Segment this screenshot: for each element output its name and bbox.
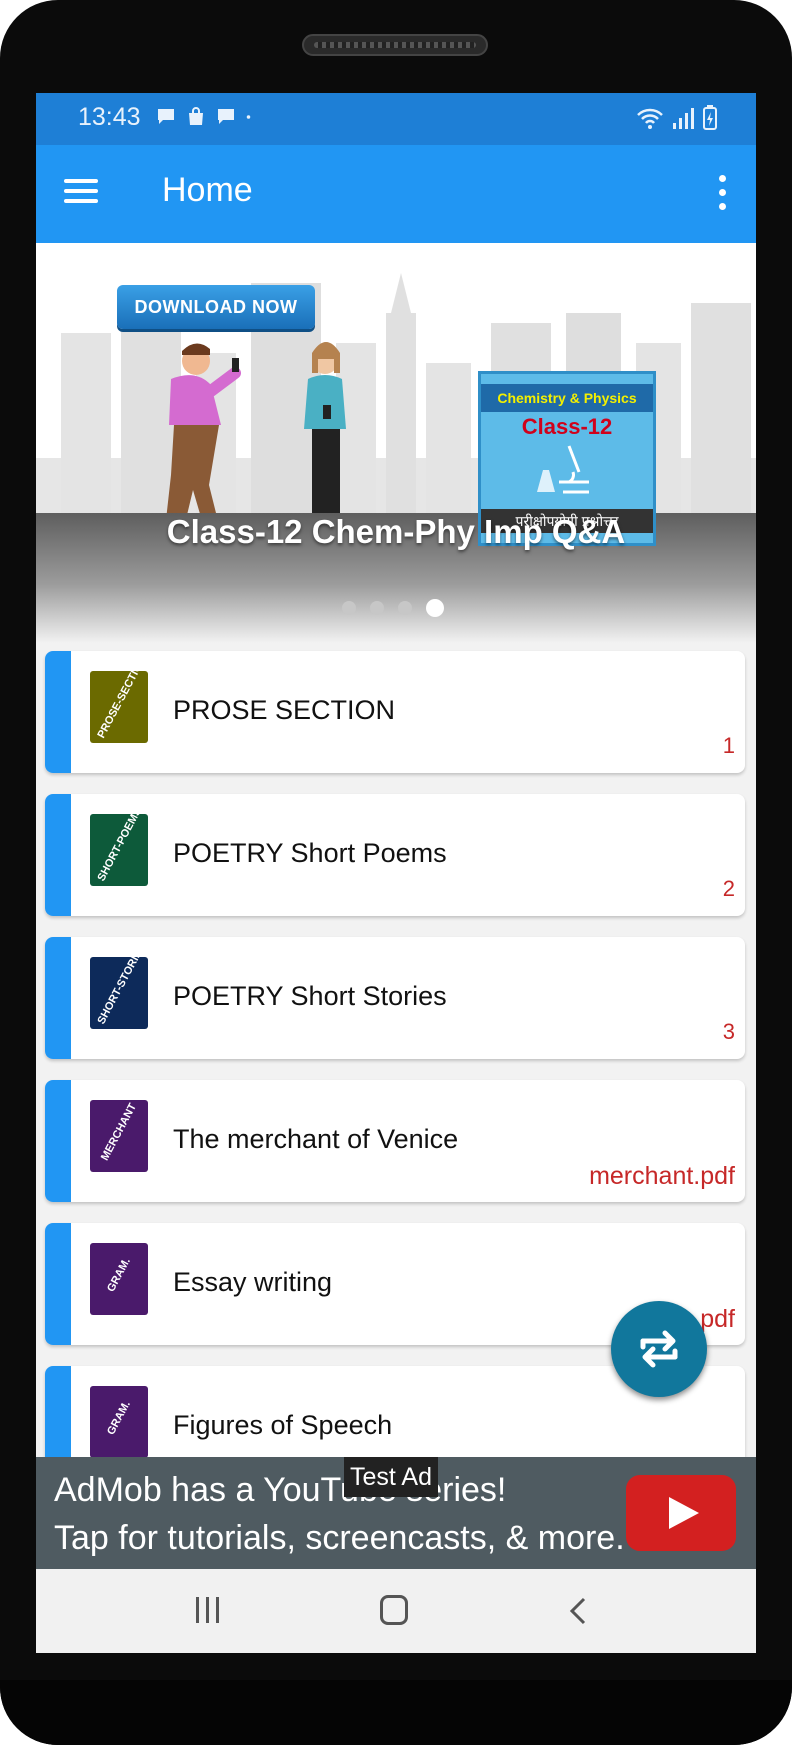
item-title: Essay writing [173, 1267, 333, 1297]
item-number: 2 [722, 876, 735, 901]
list-item-merchant-of-venice[interactable]: MERCHANT The merchant of Venice merchant… [45, 1080, 745, 1202]
item-title: POETRY Short Poems [173, 838, 447, 868]
item-title: POETRY Short Stories [173, 981, 447, 1011]
ad-line-1: AdMob has a YouTube series! [54, 1471, 507, 1509]
card-accent-bar [45, 1080, 71, 1202]
microscope-icon [537, 445, 589, 494]
list-item-short-stories[interactable]: SHORT-STORIES POETRY Short Stories 3 [45, 937, 745, 1059]
book-thumbnail: GRAM. [90, 1243, 148, 1315]
status-time: 13:43 [78, 103, 141, 131]
book-thumbnail: PROSE-SECTION [90, 671, 148, 743]
ad-line-2: Tap for tutorials, screencasts, & more. [54, 1519, 625, 1557]
status-bar: 13:43 [36, 93, 756, 145]
hamburger-menu-icon[interactable] [64, 175, 100, 211]
list-item-short-poems[interactable]: SHORT-POEMS POETRY Short Poems 2 [45, 794, 745, 916]
notification-icons [156, 107, 256, 127]
swap-icon [640, 1330, 678, 1368]
page-title: Home [162, 171, 253, 209]
book-subject: Chemistry & Physics [481, 384, 653, 412]
signal-icon [673, 108, 694, 129]
carousel-dot[interactable] [342, 601, 356, 615]
list-item-prose-section[interactable]: PROSE-SECTION PROSE SECTION 1 [45, 651, 745, 773]
home-icon[interactable] [380, 1595, 408, 1625]
youtube-play-icon [626, 1475, 736, 1551]
book-thumbnail: SHORT-STORIES [90, 957, 148, 1029]
shopping-bag-icon [189, 107, 203, 125]
phone-frame: 13:43 Home DOWNLOAD NOW Chemistry & Phys… [0, 0, 792, 1745]
card-accent-bar [45, 937, 71, 1059]
battery-icon [703, 105, 717, 130]
earpiece-speaker [302, 34, 488, 56]
carousel-dot[interactable] [398, 601, 412, 615]
book-thumbnail: MERCHANT [90, 1100, 148, 1172]
card-accent-bar [45, 794, 71, 916]
card-accent-bar [45, 651, 71, 773]
item-title: The merchant of Venice [173, 1124, 459, 1154]
system-navigation-bar [36, 1569, 756, 1653]
carousel-dot[interactable] [370, 601, 384, 615]
carousel-indicator [342, 599, 444, 617]
download-now-button[interactable]: DOWNLOAD NOW [117, 285, 315, 329]
message-icon [158, 109, 174, 124]
notification-dot-icon [246, 115, 251, 119]
carousel-dot-active[interactable] [426, 599, 444, 617]
book-thumbnail: GRAM. [90, 1386, 148, 1458]
message-icon-2 [218, 109, 234, 124]
swap-fab-button[interactable] [611, 1301, 707, 1397]
app-bar: Home [36, 145, 756, 243]
overflow-menu-icon[interactable] [712, 173, 732, 213]
item-pdf-filename: merchant.pdf [589, 1162, 735, 1190]
screen: 13:43 Home DOWNLOAD NOW Chemistry & Phys… [36, 93, 756, 1653]
item-title: Figures of Speech [173, 1410, 393, 1440]
book-thumbnail: SHORT-POEMS [90, 814, 148, 886]
banner-caption: Class-12 Chem-Phy Imp Q&A [166, 513, 626, 550]
item-number: 3 [722, 1019, 735, 1044]
book-class: Class-12 [521, 414, 613, 439]
system-icons [636, 105, 718, 131]
recent-apps-icon[interactable] [194, 1597, 222, 1625]
wifi-icon [637, 108, 663, 129]
test-ad-label: Test Ad [344, 1457, 438, 1497]
back-icon[interactable] [568, 1597, 588, 1625]
item-title: PROSE SECTION [173, 695, 396, 725]
item-number: 1 [722, 733, 735, 758]
promo-banner-carousel[interactable]: DOWNLOAD NOW Chemistry & Physics Class-1… [36, 243, 756, 643]
phone-bottom-bezel [0, 1680, 792, 1745]
card-accent-bar [45, 1223, 71, 1345]
